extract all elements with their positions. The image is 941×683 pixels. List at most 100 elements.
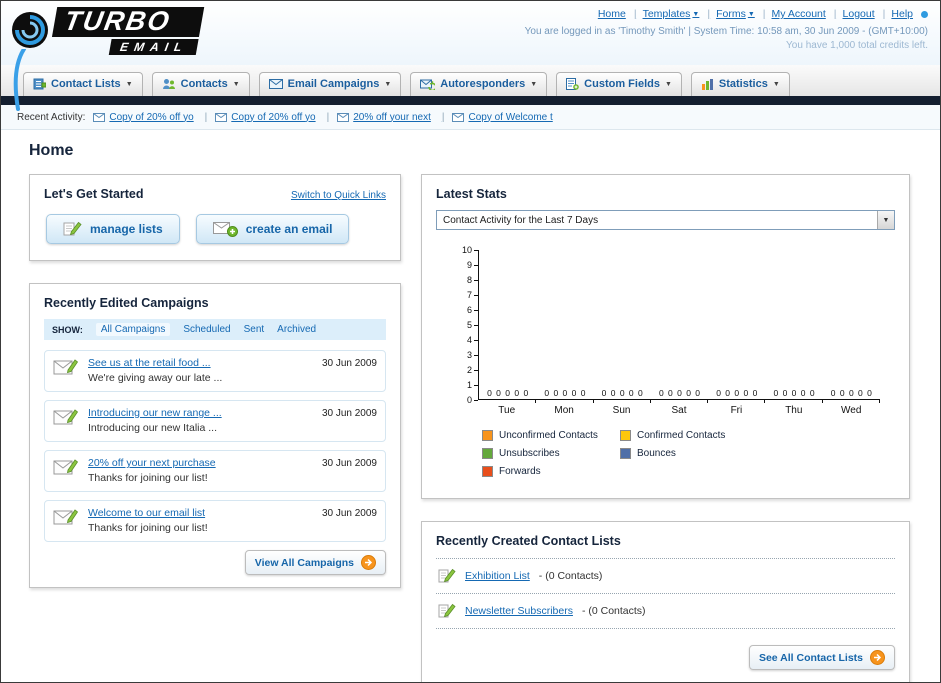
envelope-plus-icon — [212, 221, 238, 237]
view-all-campaigns-button[interactable]: View All Campaigns — [244, 550, 386, 575]
chevron-down-icon: ▼ — [692, 10, 700, 18]
envelope-icon — [452, 112, 465, 122]
header-right: Home Templates▼ Forms▼ My Account Logout… — [525, 3, 928, 65]
pencil-page-icon — [63, 221, 82, 237]
envelope-pencil-icon — [53, 357, 79, 376]
tab-label: Contact Lists — [51, 78, 121, 90]
tab-autoresponders[interactable]: Autoresponders ▼ — [410, 72, 548, 96]
x-axis-label: Sun — [612, 405, 631, 416]
turbo-email-logo: TURBO EMAIL — [9, 3, 205, 111]
campaign-title-link[interactable]: 20% off your next purchase — [88, 457, 313, 469]
x-axis-label: Wed — [841, 405, 862, 416]
filter-archived[interactable]: Archived — [277, 324, 316, 335]
nav-home-link[interactable]: Home — [598, 8, 637, 20]
nav-help-link[interactable]: Help — [891, 8, 913, 20]
recent-activity-item[interactable]: Copy of Welcome t — [452, 112, 553, 123]
legend-label: Unconfirmed Contacts — [499, 430, 598, 441]
contact-list-link[interactable]: Newsletter Subscribers — [465, 605, 573, 617]
tab-contact-lists[interactable]: Contact Lists ▼ — [23, 72, 143, 96]
campaign-subtitle: Thanks for joining our list! — [88, 472, 208, 484]
tab-custom-fields[interactable]: Custom Fields ▼ — [556, 72, 682, 96]
legend-item: Forwards — [482, 466, 620, 477]
stats-period-value: Contact Activity for the Last 7 Days — [443, 214, 599, 226]
tab-label: Statistics — [718, 78, 768, 90]
campaign-row[interactable]: See us at the retail food ... We're givi… — [44, 350, 386, 392]
campaign-title-link[interactable]: See us at the retail food ... — [88, 357, 313, 369]
legend-label: Bounces — [637, 448, 676, 459]
legend-item: Unsubscribes — [482, 448, 620, 459]
nav-forms-link[interactable]: Forms ▼ — [716, 8, 765, 20]
contact-list-count: - (0 Contacts) — [581, 605, 646, 617]
filter-all-campaigns[interactable]: All Campaigns — [95, 323, 171, 336]
campaign-row[interactable]: 20% off your next purchase Thanks for jo… — [44, 450, 386, 492]
contact-activity-chart: 10 9 8 7 6 5 4 3 2 1 0 0 0 0 0 00 0 0 0 00 0 0 0 0… — [454, 245, 895, 416]
recent-activity-item[interactable]: 20% off your next — [337, 112, 444, 123]
tab-contacts[interactable]: Contacts ▼ — [151, 72, 250, 96]
x-axis-label: Sat — [671, 405, 687, 416]
x-axis-label: Thu — [785, 405, 803, 416]
recent-campaigns-title: Recently Edited Campaigns — [44, 296, 209, 310]
recent-campaigns-panel: Recently Edited Campaigns SHOW: All Camp… — [29, 283, 401, 588]
chart-bar-group: 0 0 0 0 0 — [536, 250, 594, 403]
campaign-title-link[interactable]: Welcome to our email list — [88, 507, 313, 519]
campaign-row[interactable]: Introducing our new range ... Introducin… — [44, 400, 386, 442]
nav-templates-link[interactable]: Templates ▼ — [643, 8, 711, 20]
envelope-icon — [215, 112, 228, 122]
filter-scheduled[interactable]: Scheduled — [183, 324, 230, 335]
chart-y-axis: 10 9 8 7 6 5 4 3 2 1 0 — [454, 245, 478, 405]
contact-list-count: - (0 Contacts) — [538, 570, 603, 582]
header: TURBO EMAIL Home Templates▼ Forms▼ My Ac… — [1, 1, 940, 111]
logo-main-text: TURBO — [51, 6, 205, 37]
y-axis-tick: 2 — [467, 365, 478, 375]
campaign-subtitle: Thanks for joining our list! — [88, 522, 208, 534]
legend-label: Confirmed Contacts — [637, 430, 726, 441]
recent-contact-lists-panel: Recently Created Contact Lists Exhibitio… — [421, 521, 910, 682]
credits-status-text: You have 1,000 total credits left. — [786, 40, 928, 51]
chart-bar-group: 0 0 0 0 0 — [594, 250, 652, 403]
see-all-contact-lists-button[interactable]: See All Contact Lists — [748, 645, 895, 670]
chevron-down-icon: ▼ — [232, 80, 240, 88]
campaign-date: 30 Jun 2009 — [321, 358, 377, 369]
chart-legend: Unconfirmed Contacts Confirmed Contacts Un… — [482, 430, 895, 484]
get-started-panel: Let's Get Started Switch to Quick Links … — [29, 174, 401, 261]
nav-divider-bar — [1, 96, 940, 105]
campaign-row[interactable]: Welcome to our email list Thanks for joi… — [44, 500, 386, 542]
y-axis-tick: 4 — [467, 335, 478, 345]
pencil-page-icon — [438, 568, 456, 584]
filter-sent[interactable]: Sent — [244, 324, 265, 335]
create-email-button[interactable]: create an email — [195, 214, 350, 244]
envelope-icon — [337, 112, 350, 122]
recent-activity-item[interactable]: Copy of 20% off yo — [93, 112, 207, 123]
switch-to-quick-links-link[interactable]: Switch to Quick Links — [291, 190, 386, 201]
show-label: SHOW: — [52, 324, 83, 335]
chevron-down-icon: ▼ — [747, 10, 755, 18]
campaign-date: 30 Jun 2009 — [321, 458, 377, 469]
chart-value-labels: 0 0 0 0 0 — [487, 388, 529, 398]
stats-period-select[interactable]: Contact Activity for the Last 7 Days ▼ — [436, 210, 895, 230]
nav-logout-link[interactable]: Logout — [843, 8, 886, 20]
campaign-date: 30 Jun 2009 — [321, 408, 377, 419]
login-status-text: You are logged in as 'Timothy Smith' | S… — [524, 26, 928, 37]
x-axis-label: Fri — [730, 405, 743, 416]
legend-swatch — [482, 448, 493, 459]
tab-statistics[interactable]: Statistics ▼ — [690, 72, 790, 96]
chart-value-labels: 0 0 0 0 0 — [716, 388, 758, 398]
nav-my-account-link[interactable]: My Account — [772, 8, 837, 20]
tab-label: Contacts — [180, 78, 228, 90]
recent-activity-item[interactable]: Copy of 20% off yo — [215, 112, 329, 123]
arrow-right-icon — [870, 650, 885, 665]
chevron-down-icon: ▼ — [664, 80, 672, 88]
manage-lists-button[interactable]: manage lists — [46, 214, 180, 244]
contact-list-row[interactable]: Exhibition List - (0 Contacts) — [436, 559, 895, 594]
chart-bar-group: 0 0 0 0 0 — [823, 250, 881, 403]
page-title: Home — [29, 142, 74, 159]
chart-value-labels: 0 0 0 0 0 — [773, 388, 815, 398]
campaign-title-link[interactable]: Introducing our new range ... — [88, 407, 313, 419]
latest-stats-title: Latest Stats — [436, 187, 507, 201]
custom-fields-icon — [566, 78, 579, 90]
contact-list-link[interactable]: Exhibition List — [465, 570, 530, 582]
contact-list-row[interactable]: Newsletter Subscribers - (0 Contacts) — [436, 594, 895, 629]
tab-email-campaigns[interactable]: Email Campaigns ▼ — [258, 72, 402, 96]
recent-activity-label: Recent Activity: — [17, 111, 86, 123]
legend-swatch — [620, 430, 631, 441]
